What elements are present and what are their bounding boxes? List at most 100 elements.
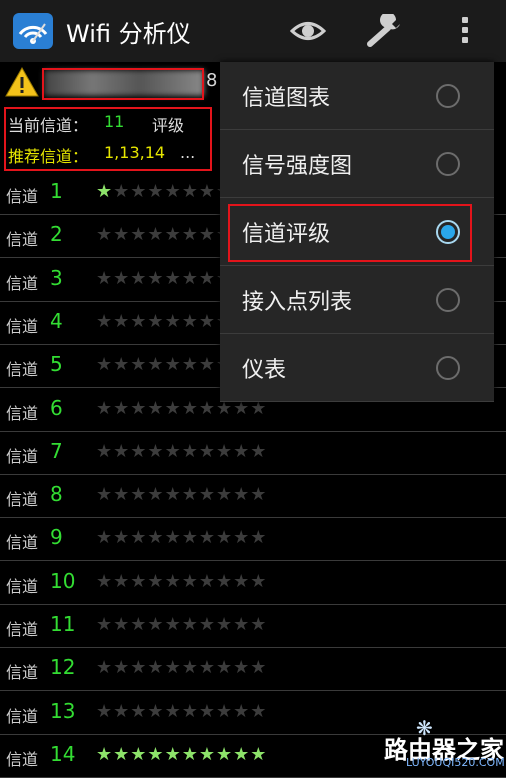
star-icon: ★	[130, 440, 148, 462]
channel-label: 信道	[6, 316, 39, 336]
star-icon: ★	[164, 397, 182, 419]
ssid-highlight-box	[42, 68, 204, 100]
star-icon: ★	[198, 743, 216, 765]
star-icon: ★	[96, 267, 114, 289]
star-icon: ★	[250, 700, 268, 722]
star-icon: ★	[164, 267, 182, 289]
app-title: Wifi 分析仪	[66, 20, 191, 48]
star-icon: ★	[147, 743, 165, 765]
rating-stars: ★★★★★★★★★★	[96, 571, 267, 592]
star-icon: ★	[164, 181, 182, 202]
channel-row: 信道 10 ★★★★★★★★★★	[0, 562, 506, 605]
star-icon: ★	[198, 657, 216, 679]
menu-item[interactable]: 仪表	[220, 334, 494, 402]
star-icon: ★	[147, 570, 165, 592]
star-icon: ★	[130, 614, 148, 635]
rating-stars: ★★★★★★★★★★	[96, 614, 267, 635]
star-icon: ★	[250, 657, 268, 679]
star-icon: ★	[181, 224, 199, 246]
watermark-url: LUYOUQI520.COM	[406, 756, 505, 769]
star-icon: ★	[96, 397, 114, 419]
star-icon: ★	[215, 700, 234, 722]
channel-number: 10	[50, 568, 76, 593]
star-icon: ★	[147, 354, 165, 376]
star-icon: ★	[130, 181, 148, 202]
star-icon: ★	[164, 310, 182, 332]
star-icon: ★	[96, 700, 114, 722]
star-icon: ★	[113, 354, 131, 376]
star-icon: ★	[164, 484, 182, 506]
star-icon: ★	[113, 310, 131, 332]
star-icon: ★	[130, 310, 148, 332]
menu-item[interactable]: 接入点列表	[220, 266, 494, 334]
star-icon: ★	[147, 440, 165, 462]
star-icon: ★	[233, 527, 251, 549]
channel-label: 信道	[6, 576, 39, 596]
menu-item[interactable]: 信道图表	[220, 62, 494, 130]
star-icon: ★	[250, 570, 268, 592]
star-icon: ★	[164, 354, 182, 376]
radio-button[interactable]	[436, 288, 460, 312]
channel-label: 信道	[6, 446, 39, 466]
star-icon: ★	[181, 614, 199, 635]
star-icon: ★	[96, 614, 114, 635]
star-icon: ★	[250, 440, 268, 462]
star-icon: ★	[130, 570, 148, 592]
star-icon: ★	[215, 614, 234, 635]
star-icon: ★	[113, 570, 131, 592]
star-icon: ★	[198, 397, 216, 419]
star-icon: ★	[147, 181, 165, 202]
star-icon: ★	[130, 700, 148, 722]
star-icon: ★	[147, 224, 165, 246]
star-icon: ★	[198, 440, 216, 462]
channel-row: 信道 7 ★★★★★★★★★★	[0, 432, 506, 475]
channel-number: 4	[50, 308, 63, 333]
channel-info-highlight-box	[4, 107, 212, 171]
star-icon: ★	[198, 570, 216, 592]
star-icon: ★	[181, 354, 199, 376]
rating-stars: ★★★★★★★★★★	[96, 441, 267, 462]
star-icon: ★	[147, 657, 165, 679]
star-icon: ★	[198, 310, 216, 332]
star-icon: ★	[130, 527, 148, 549]
wifi-app-icon[interactable]	[12, 12, 54, 50]
star-icon: ★	[181, 267, 199, 289]
rating-stars: ★★★★★★★★★★	[96, 701, 267, 722]
radio-button[interactable]	[436, 152, 460, 176]
menu-item-label: 信号强度图	[242, 154, 353, 179]
star-icon: ★	[96, 527, 114, 549]
star-icon: ★	[96, 570, 114, 592]
star-icon: ★	[113, 527, 131, 549]
radio-button[interactable]	[436, 356, 460, 380]
star-icon: ★	[164, 700, 182, 722]
eye-icon[interactable]	[290, 16, 326, 46]
radio-button[interactable]	[436, 84, 460, 108]
star-icon: ★	[147, 397, 165, 419]
warning-icon	[5, 66, 39, 97]
star-icon: ★	[130, 224, 148, 246]
channel-number: 3	[50, 265, 63, 290]
star-icon: ★	[198, 354, 216, 376]
star-icon: ★	[198, 267, 216, 289]
star-icon: ★	[233, 570, 251, 592]
channel-number: 13	[50, 698, 76, 723]
star-icon: ★	[198, 614, 216, 635]
channel-label: 信道	[6, 749, 39, 769]
channel-label: 信道	[6, 230, 39, 250]
overflow-menu-icon[interactable]	[458, 14, 472, 48]
channel-number: 11	[50, 612, 76, 636]
channel-number: 9	[50, 525, 63, 550]
star-icon: ★	[113, 181, 131, 202]
menu-item[interactable]: 信号强度图	[220, 130, 494, 198]
star-icon: ★	[130, 397, 148, 419]
ssid-tail: 8	[206, 70, 218, 91]
star-icon: ★	[147, 700, 165, 722]
channel-label: 信道	[6, 533, 39, 553]
star-icon: ★	[130, 484, 148, 506]
wrench-icon[interactable]	[366, 14, 406, 48]
star-icon: ★	[164, 440, 182, 462]
channel-label: 信道	[6, 620, 39, 639]
channel-number: 12	[50, 655, 76, 680]
star-icon: ★	[181, 527, 199, 549]
star-icon: ★	[164, 224, 182, 246]
